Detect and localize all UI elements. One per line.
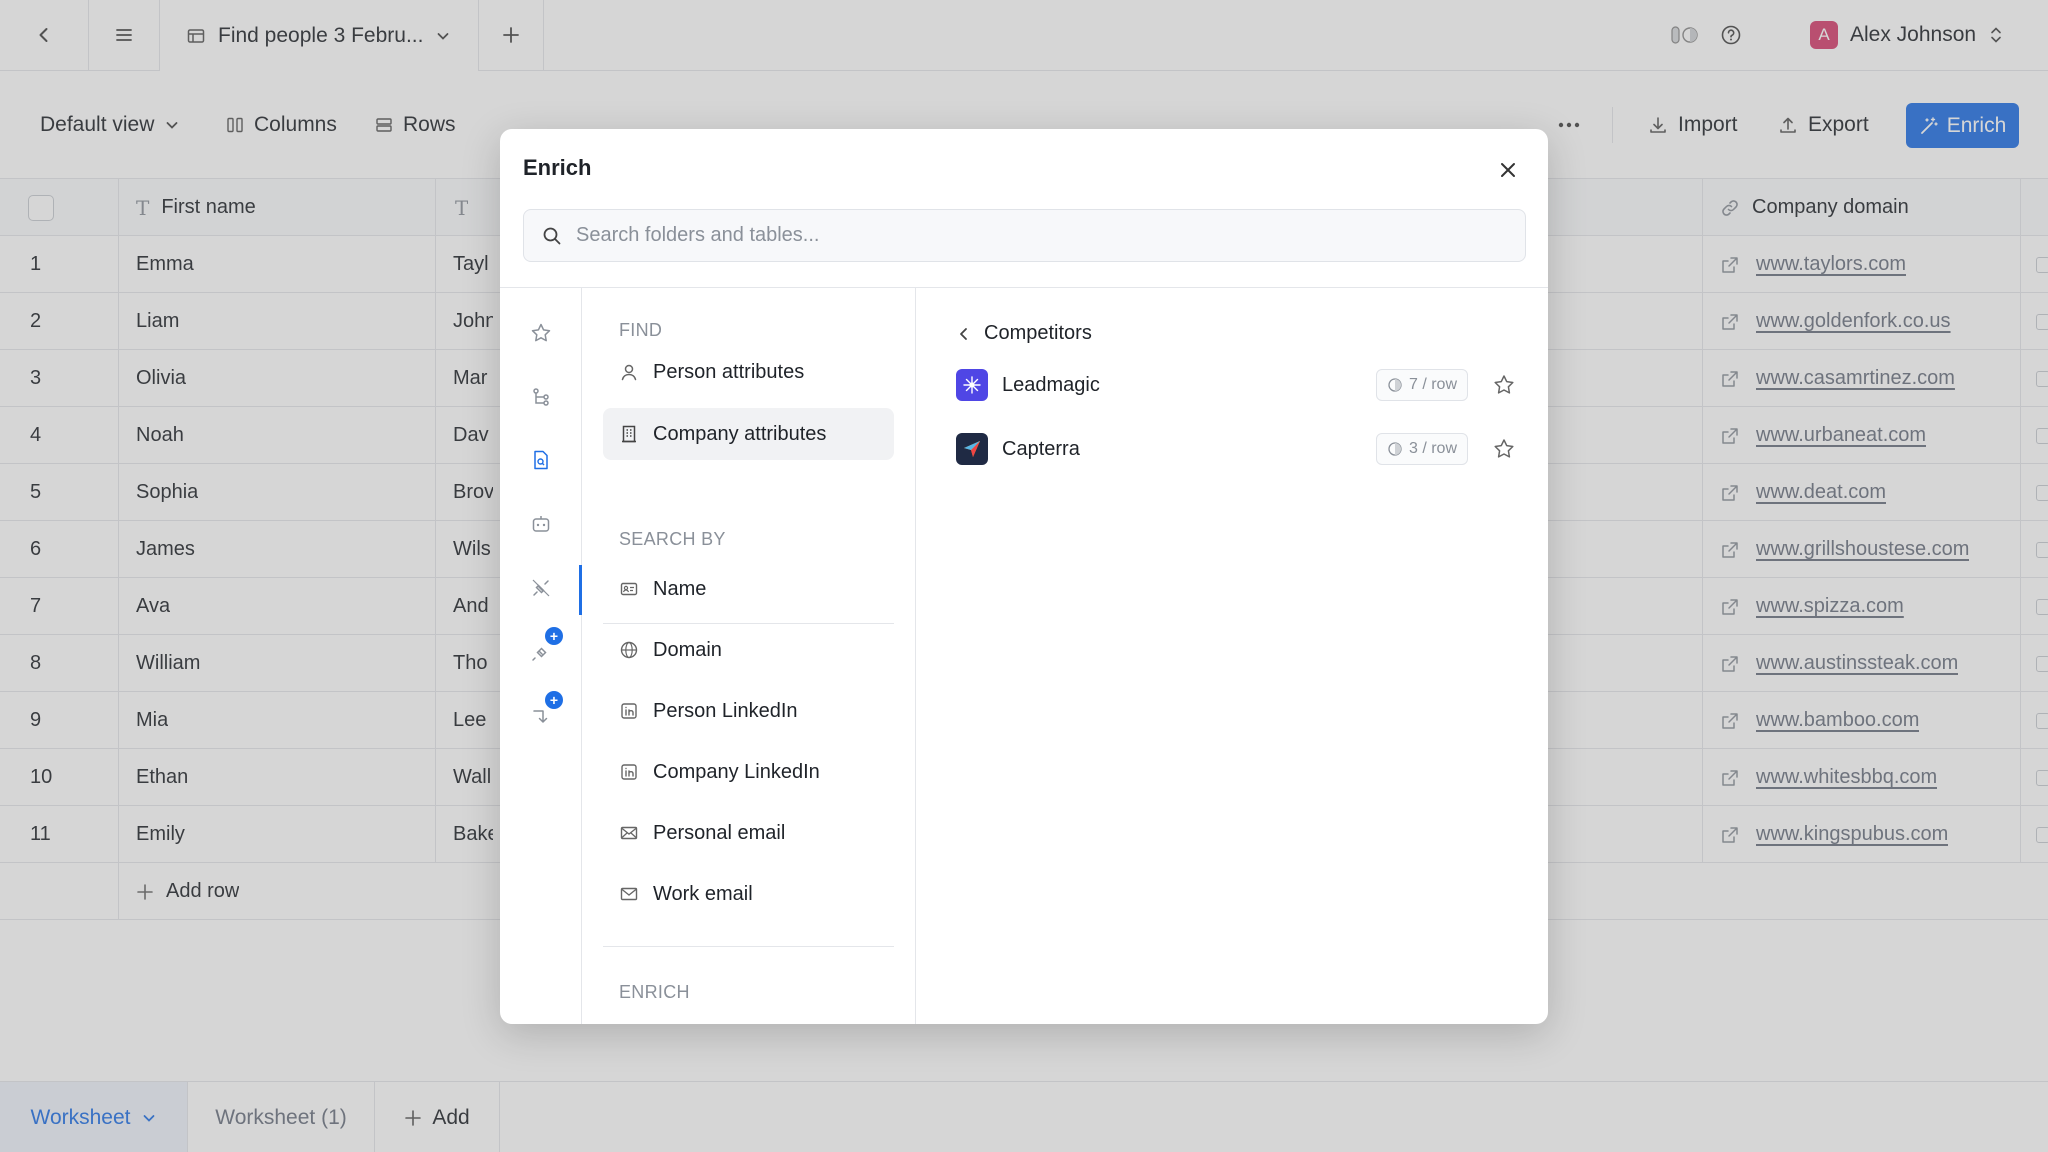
provider-row-leadmagic[interactable]: Leadmagic 7 / row bbox=[956, 363, 1516, 407]
search-placeholder: Search folders and tables... bbox=[576, 224, 820, 246]
menu-item-company-linkedin[interactable]: Company LinkedIn bbox=[603, 746, 894, 798]
id-card-icon bbox=[620, 582, 638, 596]
plus-badge-icon: + bbox=[545, 627, 563, 645]
linkedin-icon bbox=[621, 703, 637, 719]
cost-badge: 7 / row bbox=[1375, 369, 1468, 401]
leadmagic-logo-icon bbox=[956, 369, 988, 401]
rail-active-indicator bbox=[579, 565, 582, 615]
breadcrumb-label: Competitors bbox=[984, 322, 1092, 344]
globe-icon bbox=[620, 641, 638, 659]
modal-title: Enrich bbox=[523, 155, 592, 180]
linkedin-icon bbox=[621, 764, 637, 780]
capterra-logo-icon bbox=[956, 433, 988, 465]
provider-list-pane: Competitors Leadmagic 7 / row Capterra 3… bbox=[916, 288, 1548, 1024]
cost-badge: 3 / row bbox=[1375, 433, 1468, 465]
mail-x-icon bbox=[620, 826, 638, 840]
search-by-heading: SEARCH BY bbox=[619, 529, 726, 549]
star-icon bbox=[531, 323, 551, 342]
search-input[interactable]: Search folders and tables... bbox=[523, 209, 1526, 262]
rail-workflows[interactable] bbox=[528, 384, 554, 410]
find-heading: FIND bbox=[619, 320, 663, 340]
search-icon bbox=[543, 227, 561, 244]
menu-item-name[interactable]: Name bbox=[603, 563, 894, 615]
menu-item-label: Person LinkedIn bbox=[653, 699, 798, 722]
rail-favorites[interactable] bbox=[528, 320, 554, 346]
menu-item-personal-email[interactable]: Personal email bbox=[603, 807, 894, 859]
menu-item-label: Domain bbox=[653, 638, 722, 661]
plug-off-icon bbox=[532, 579, 550, 597]
coin-icon bbox=[1388, 378, 1402, 392]
provider-name: Leadmagic bbox=[1002, 373, 1100, 396]
rail-integrations[interactable] bbox=[528, 575, 554, 601]
arrow-down-right-icon bbox=[533, 710, 548, 723]
plug-icon bbox=[532, 647, 547, 661]
rail-documents[interactable] bbox=[528, 447, 554, 473]
menu-item-label: Person attributes bbox=[653, 360, 805, 383]
menu-item-label: Personal email bbox=[653, 821, 786, 844]
menu-item-company-attributes[interactable]: Company attributes bbox=[603, 408, 894, 460]
chevron-left-icon bbox=[960, 327, 967, 340]
cost-label: 3 / row bbox=[1408, 440, 1457, 457]
favorite-star-icon[interactable] bbox=[1492, 437, 1516, 461]
menu-item-label: Name bbox=[653, 577, 707, 600]
favorite-star-icon[interactable] bbox=[1492, 373, 1516, 397]
menu-item-work-email[interactable]: Work email bbox=[603, 868, 894, 920]
provider-name: Capterra bbox=[1002, 437, 1080, 460]
coin-icon bbox=[1388, 442, 1402, 456]
tree-icon bbox=[533, 388, 549, 406]
menu-divider bbox=[603, 946, 894, 947]
close-icon bbox=[1501, 163, 1515, 177]
user-icon bbox=[621, 364, 637, 381]
cost-label: 7 / row bbox=[1408, 376, 1457, 393]
building-icon bbox=[622, 425, 636, 443]
provider-row-capterra[interactable]: Capterra 3 / row bbox=[956, 427, 1516, 471]
menu-item-label: Company attributes bbox=[653, 422, 827, 445]
enrich-modal: Enrich Search folders and tables... + + … bbox=[500, 129, 1548, 1024]
menu-item-person-linkedin[interactable]: Person LinkedIn bbox=[603, 685, 894, 737]
robot-icon bbox=[532, 516, 550, 532]
enrich-category-menu: FIND Person attributes Company attribute… bbox=[583, 288, 916, 1024]
menu-item-person-attributes[interactable]: Person attributes bbox=[603, 346, 894, 398]
mail-icon bbox=[620, 887, 638, 901]
category-rail: + + bbox=[500, 288, 582, 1024]
enrich-heading: ENRICH bbox=[619, 982, 690, 1002]
close-button[interactable] bbox=[1495, 157, 1521, 183]
menu-item-label: Work email bbox=[653, 882, 753, 905]
plus-badge-icon: + bbox=[545, 691, 563, 709]
document-search-icon bbox=[534, 450, 548, 470]
menu-item-label: Company LinkedIn bbox=[653, 760, 820, 783]
menu-item-domain[interactable]: Domain bbox=[603, 624, 894, 676]
breadcrumb-back[interactable]: Competitors bbox=[956, 322, 1092, 345]
rail-ai[interactable] bbox=[528, 511, 554, 537]
